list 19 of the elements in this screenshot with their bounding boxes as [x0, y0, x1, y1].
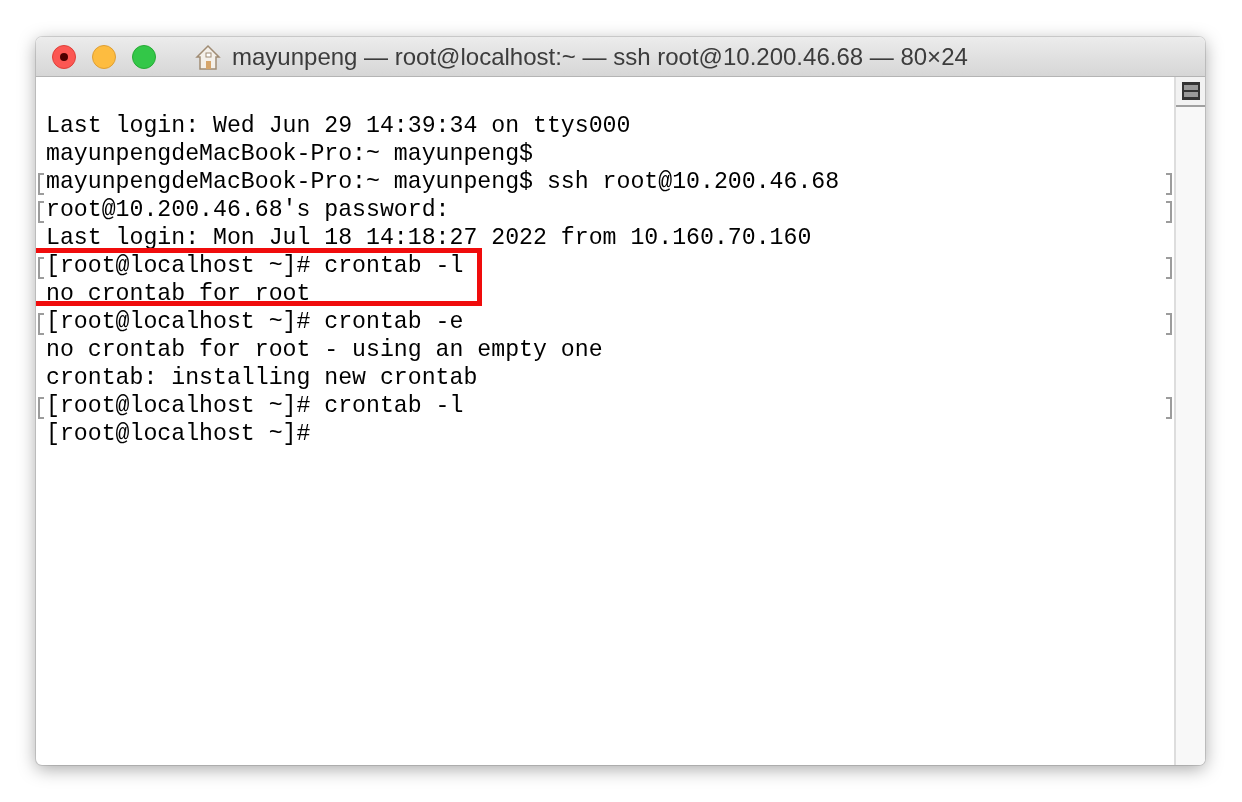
- terminal-line: root@10.200.46.68's password:: [46, 196, 450, 224]
- terminal-line: mayunpengdeMacBook-Pro:~ mayunpeng$ ssh root@10.200.46.68: [46, 168, 840, 196]
- terminal-line: Last login: Mon Jul 18 14:18:27 2022 from 10.160.70.160: [46, 224, 812, 252]
- terminal-line: no crontab for root: [46, 280, 311, 308]
- close-button[interactable]: [52, 44, 76, 69]
- house-icon: [194, 42, 222, 71]
- terminal-line: [root@localhost ~]# crontab -l: [46, 252, 464, 280]
- terminal-line: mayunpengdeMacBook-Pro:~ mayunpeng$: [46, 140, 534, 168]
- scrollbar[interactable]: [1174, 77, 1205, 765]
- terminal-line: [root@localhost ~]#: [46, 420, 311, 448]
- terminal-line: [root@localhost ~]# crontab -e: [46, 308, 464, 336]
- terminal-line: [root@localhost ~]# crontab -l: [46, 392, 464, 420]
- zoom-button[interactable]: [132, 44, 156, 69]
- terminal-line: Last login: Wed Jun 29 14:39:34 on ttys000: [46, 112, 631, 140]
- minimize-button[interactable]: [92, 44, 116, 69]
- terminal-line: crontab: installing new crontab: [46, 364, 478, 392]
- terminal-line: no crontab for root - using an empty one: [46, 336, 603, 364]
- window-title: mayunpeng — root@localhost:~ — ssh root@10.200.46.68 — 80×24: [232, 42, 968, 71]
- split-pane-icon[interactable]: [1180, 81, 1201, 101]
